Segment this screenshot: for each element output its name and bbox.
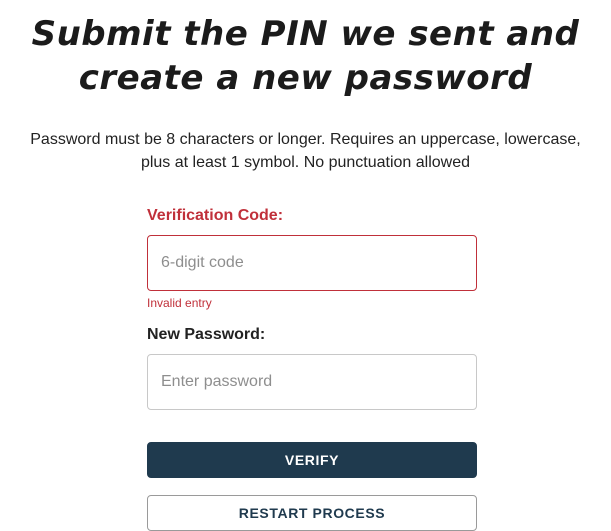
page-title-line-1: Submit the PIN we sent and <box>31 14 580 54</box>
verification-code-label: Verification Code: <box>147 207 284 224</box>
page-title-line-2: create a new password <box>78 58 533 98</box>
verification-code-error: Invalid entry <box>147 296 212 310</box>
password-requirements-line-2: plus at least 1 symbol. No punctuation a… <box>140 154 471 171</box>
password-requirements: Password must be 8 characters or longer.… <box>20 128 591 174</box>
reset-password-page: Submit the PIN we sent and create a new … <box>0 0 611 531</box>
page-title: Submit the PIN we sent and create a new … <box>0 12 611 100</box>
reset-password-form: Verification Code: Invalid entry New Pas… <box>147 206 477 531</box>
new-password-label: New Password: <box>147 326 266 343</box>
password-requirements-line-1: Password must be 8 characters or longer.… <box>30 131 581 148</box>
new-password-input[interactable] <box>147 354 477 410</box>
restart-process-button[interactable]: RESTART PROCESS <box>147 495 477 531</box>
verify-button[interactable]: VERIFY <box>147 442 477 478</box>
verification-code-input[interactable] <box>147 235 477 291</box>
